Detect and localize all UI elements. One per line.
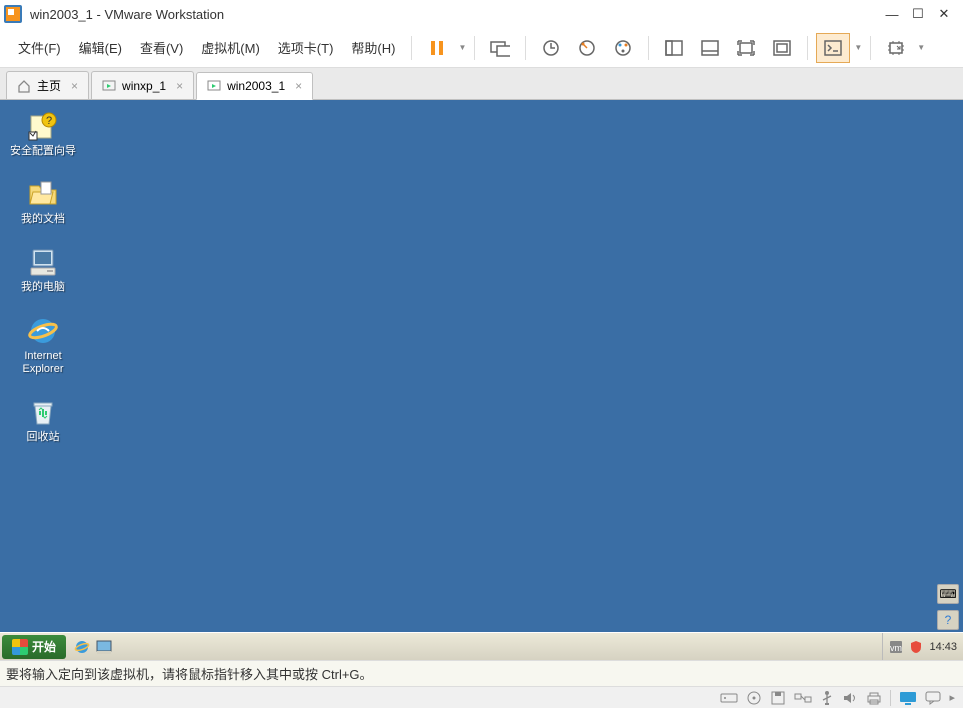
desktop-icon-recycle-bin[interactable]: 回收站	[8, 396, 78, 444]
status-expand-icon[interactable]: ▸	[949, 691, 955, 704]
separator	[648, 36, 649, 60]
icon-label: 我的文档	[21, 213, 65, 226]
desktop-icons: ? 安全配置向导 我的文档 我的电脑 InternetExplorer	[8, 110, 78, 444]
status-network-icon[interactable]	[794, 691, 812, 705]
icon-label: 我的电脑	[21, 281, 65, 294]
tab-home[interactable]: 主页 ×	[6, 71, 89, 99]
ie-icon	[27, 315, 59, 347]
snapshot-revert-button[interactable]	[570, 33, 604, 63]
ql-desktop-icon[interactable]	[94, 637, 114, 657]
power-dropdown[interactable]: ▼	[458, 43, 466, 52]
hint-text: 要将输入定向到该虚拟机，请将鼠标指针移入其中或按 Ctrl+G。	[6, 664, 373, 683]
recycle-bin-icon	[27, 396, 59, 428]
computer-icon	[27, 246, 59, 278]
menu-vm[interactable]: 虚拟机(M)	[193, 34, 268, 61]
status-sound-icon[interactable]	[842, 691, 858, 705]
guest-taskbar: 开始 vm 14:43	[0, 632, 963, 660]
folder-icon	[27, 178, 59, 210]
stretch-button[interactable]	[879, 33, 913, 63]
separator	[807, 36, 808, 60]
tabbar: 主页 × winxp_1 × win2003_1 ×	[0, 68, 963, 100]
tab-close[interactable]: ×	[176, 79, 183, 93]
status-usb-icon[interactable]	[820, 690, 834, 706]
system-tray: vm 14:43	[882, 633, 963, 660]
start-button[interactable]: 开始	[2, 635, 66, 659]
tab-winxp[interactable]: winxp_1 ×	[91, 71, 194, 99]
vm-running-icon	[207, 79, 221, 93]
window-title: win2003_1 - VMware Workstation	[30, 7, 885, 22]
send-ctrl-alt-del-button[interactable]	[483, 33, 517, 63]
status-device-icons: ▸	[720, 690, 955, 706]
menu-help[interactable]: 帮助(H)	[343, 34, 403, 61]
menu-file[interactable]: 文件(F)	[10, 34, 69, 61]
maximize-button[interactable]: ☐	[911, 7, 925, 21]
desktop-icon-my-computer[interactable]: 我的电脑	[8, 246, 78, 294]
snapshot-manager-button[interactable]	[606, 33, 640, 63]
tab-close[interactable]: ×	[71, 79, 78, 93]
separator	[411, 36, 412, 60]
snapshot-take-button[interactable]	[534, 33, 568, 63]
view-split-button[interactable]	[693, 33, 727, 63]
close-button[interactable]: ✕	[937, 7, 951, 21]
desktop-icon-security-wizard[interactable]: ? 安全配置向导	[8, 110, 78, 158]
menubar: 文件(F) 编辑(E) 查看(V) 虚拟机(M) 选项卡(T) 帮助(H) ▼ …	[0, 28, 963, 68]
taskbar-clock[interactable]: 14:43	[929, 641, 957, 653]
status-display-icon[interactable]	[899, 691, 917, 705]
tab-winxp-label: winxp_1	[122, 79, 166, 93]
hint-bar: 要将输入定向到该虚拟机，请将鼠标指针移入其中或按 Ctrl+G。	[0, 660, 963, 686]
console-dropdown[interactable]: ▼	[854, 43, 862, 52]
pause-button[interactable]	[420, 33, 454, 63]
menu-edit[interactable]: 编辑(E)	[71, 34, 130, 61]
status-floppy-icon[interactable]	[770, 690, 786, 706]
wizard-icon: ?	[27, 110, 59, 142]
tab-win2003[interactable]: win2003_1 ×	[196, 72, 313, 100]
stretch-dropdown[interactable]: ▼	[917, 43, 925, 52]
desktop-icon-my-documents[interactable]: 我的文档	[8, 178, 78, 226]
titlebar: win2003_1 - VMware Workstation — ☐ ✕	[0, 0, 963, 28]
icon-label: InternetExplorer	[23, 350, 64, 376]
separator	[525, 36, 526, 60]
status-message-icon[interactable]	[925, 691, 941, 705]
windows-flag-icon	[12, 639, 28, 655]
unity-button[interactable]	[729, 33, 763, 63]
guest-floating-panel: ⌨ ?	[937, 584, 959, 630]
tab-close[interactable]: ×	[295, 79, 302, 93]
window-controls: — ☐ ✕	[885, 7, 959, 21]
fullscreen-button[interactable]	[765, 33, 799, 63]
tab-home-label: 主页	[37, 77, 61, 94]
status-hdd-icon[interactable]	[720, 691, 738, 705]
icon-label: 回收站	[27, 431, 60, 444]
desktop-icon-ie[interactable]: InternetExplorer	[8, 315, 78, 376]
status-printer-icon[interactable]	[866, 691, 882, 705]
guest-desktop[interactable]: ? 安全配置向导 我的文档 我的电脑 InternetExplorer	[0, 100, 963, 660]
tray-security-icon[interactable]	[909, 640, 923, 654]
tab-win2003-label: win2003_1	[227, 79, 285, 93]
separator	[474, 36, 475, 60]
status-cd-icon[interactable]	[746, 690, 762, 706]
vmware-icon	[4, 5, 22, 23]
view-single-button[interactable]	[657, 33, 691, 63]
separator	[870, 36, 871, 60]
statusbar: ▸	[0, 686, 963, 708]
svg-text:vm: vm	[890, 643, 902, 653]
console-button[interactable]	[816, 33, 850, 63]
start-label: 开始	[32, 638, 56, 655]
menu-view[interactable]: 查看(V)	[132, 34, 191, 61]
svg-text:?: ?	[46, 115, 52, 127]
keyboard-icon[interactable]: ⌨	[937, 584, 959, 604]
minimize-button[interactable]: —	[885, 7, 899, 21]
quick-launch	[68, 637, 118, 657]
help-icon[interactable]: ?	[937, 610, 959, 630]
icon-label: 安全配置向导	[10, 145, 76, 158]
home-icon	[17, 79, 31, 93]
tray-vm-tools-icon[interactable]: vm	[889, 640, 903, 654]
vm-running-icon	[102, 79, 116, 93]
ql-ie-icon[interactable]	[72, 637, 92, 657]
menu-tabs[interactable]: 选项卡(T)	[270, 34, 342, 61]
